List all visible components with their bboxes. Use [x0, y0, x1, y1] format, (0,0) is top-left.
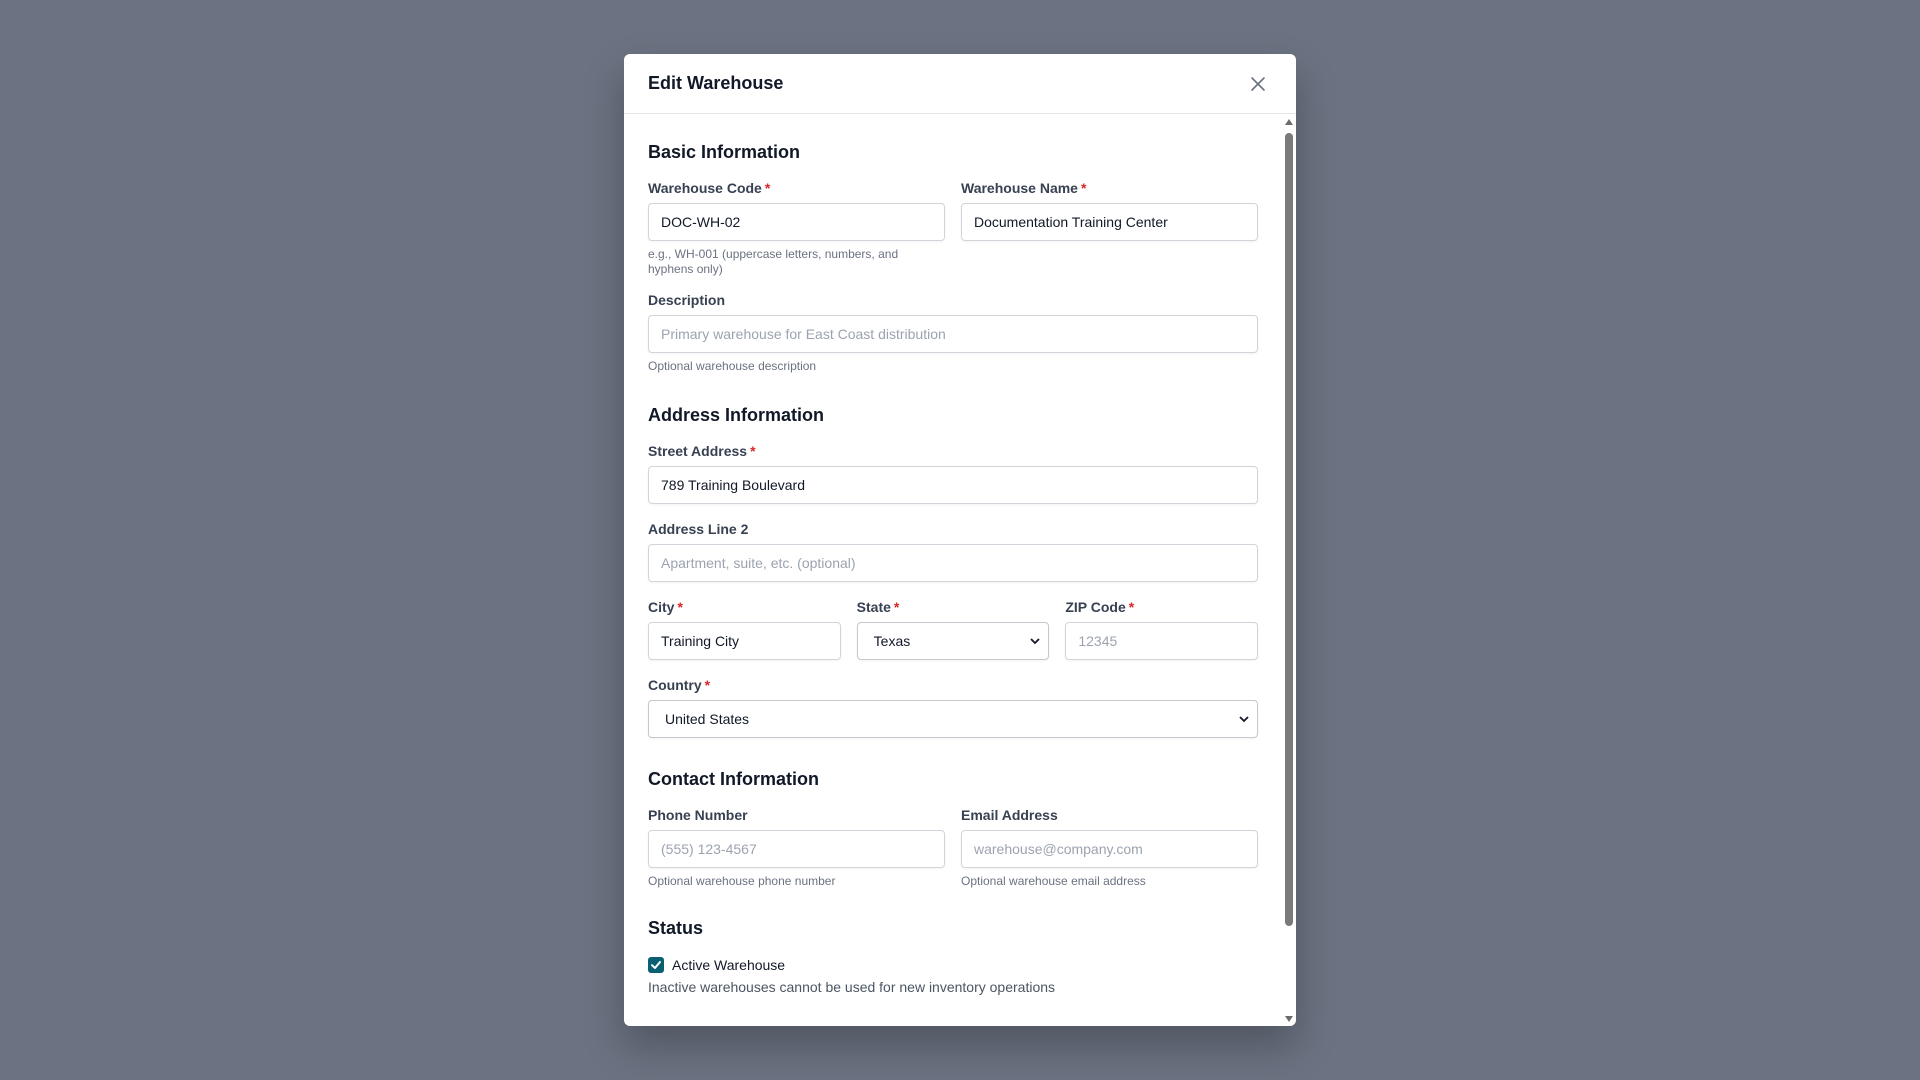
state-selected-value: Texas [873, 633, 911, 649]
required-marker: * [704, 677, 711, 693]
phone-field: Phone Number (555) 123-4567 Optional war… [648, 806, 945, 889]
section-title-address: Address Information [648, 405, 825, 425]
country-label: Country * [648, 676, 1258, 694]
required-marker: * [1080, 180, 1087, 196]
section-title-basic: Basic Information [648, 142, 801, 162]
section-title-status: Status [648, 918, 704, 938]
active-warehouse-checkbox[interactable] [648, 957, 664, 973]
scroll-up-icon[interactable] [1285, 119, 1293, 125]
phone-label: Phone Number [648, 807, 748, 823]
warehouse-name-field: Warehouse Name * Documentation Training C… [961, 179, 1258, 277]
country-select[interactable]: United States [648, 700, 1258, 738]
required-marker: * [1128, 599, 1135, 615]
contact-row: Phone Number (555) 123-4567 Optional war… [648, 806, 1258, 889]
address-line2-label: Address Line 2 [648, 521, 749, 537]
email-label: Email Address [961, 807, 1058, 823]
zip-label: ZIP Code * [1065, 598, 1258, 616]
description-label: Description [648, 292, 726, 308]
modal-header: Edit Warehouse [624, 54, 1296, 114]
city-label-text: City [648, 599, 675, 615]
required-marker: * [764, 180, 771, 196]
modal-scrollbar[interactable] [1282, 115, 1296, 1026]
warehouse-name-label: Warehouse Name * [961, 179, 1258, 197]
email-hint: Optional warehouse email address [961, 874, 1146, 888]
chevron-down-icon [1030, 638, 1040, 645]
warehouse-code-label: Warehouse Code * [648, 179, 945, 197]
description-field: Description Primary warehouse for East C… [648, 291, 1258, 374]
street-address-label: Street Address * [648, 442, 1258, 460]
warehouse-code-input[interactable]: DOC-WH-02 [648, 203, 945, 241]
address-line2-input[interactable]: Apartment, suite, etc. (optional) [648, 544, 1258, 582]
section-title-contact: Contact Information [648, 769, 819, 789]
description-input[interactable]: Primary warehouse for East Coast distrib… [648, 315, 1258, 353]
street-address-field: Street Address * 789 Training Boulevard [648, 442, 1258, 504]
status-hint: Inactive warehouses cannot be used for n… [648, 979, 1056, 995]
close-icon [1251, 76, 1265, 91]
country-label-text: Country [648, 677, 702, 693]
required-marker: * [893, 599, 900, 615]
street-address-label-text: Street Address [648, 443, 748, 459]
zip-label-text: ZIP Code [1065, 599, 1126, 615]
state-label: State * [857, 598, 1050, 616]
modal-title: Edit Warehouse [648, 73, 784, 93]
email-field: Email Address warehouse@company.com Opti… [961, 806, 1258, 889]
scroll-thumb[interactable] [1285, 133, 1293, 926]
state-select[interactable]: Texas [856, 622, 1050, 660]
warehouse-name-label-text: Warehouse Name [961, 180, 1078, 196]
city-label: City * [648, 598, 841, 616]
zip-field: ZIP Code * 12345 [1065, 598, 1259, 660]
warehouse-code-hint: e.g., WH-001 (uppercase letters, numbers… [648, 247, 899, 276]
scroll-down-icon[interactable] [1285, 1016, 1293, 1022]
required-marker: * [677, 599, 683, 615]
active-warehouse-row[interactable]: Active Warehouse [648, 955, 1258, 975]
phone-input[interactable]: (555) 123-4567 [648, 830, 945, 868]
edit-warehouse-modal: Edit Warehouse Basic Information Warehou… [624, 54, 1296, 1026]
warehouse-code-label-text: Warehouse Code [648, 180, 762, 196]
required-marker: * [750, 443, 756, 459]
description-hint: Optional warehouse description [648, 359, 817, 373]
basic-row: Warehouse Code * DOC-WH-02 e.g., WH-001 (… [648, 179, 1258, 277]
email-input[interactable]: warehouse@company.com [961, 830, 1258, 868]
state-field: State * Texas [856, 598, 1050, 660]
city-field: City * Training City [648, 598, 841, 660]
checkmark-icon [651, 961, 661, 969]
zip-input[interactable]: 12345 [1065, 622, 1259, 660]
city-input[interactable]: Training City [648, 622, 841, 660]
chevron-down-icon [1239, 716, 1249, 723]
close-button[interactable] [1244, 70, 1272, 98]
address-line2-field: Address Line 2 Apartment, suite, etc. (o… [648, 520, 1258, 582]
warehouse-code-field: Warehouse Code * DOC-WH-02 e.g., WH-001 (… [648, 179, 945, 277]
active-warehouse-label: Active Warehouse [672, 957, 786, 973]
state-label-text: State [856, 599, 891, 615]
warehouse-name-input[interactable]: Documentation Training Center [961, 203, 1258, 241]
country-selected-value: United States [665, 711, 750, 727]
street-address-input[interactable]: 789 Training Boulevard [648, 466, 1258, 504]
modal-body: Basic Information Warehouse Code * DOC-WH… [624, 115, 1282, 1026]
city-state-zip-row: City * Training City State * Texas ZIP Cod… [648, 598, 1259, 660]
phone-hint: Optional warehouse phone number [648, 874, 836, 888]
country-field: Country * United States [648, 676, 1258, 738]
